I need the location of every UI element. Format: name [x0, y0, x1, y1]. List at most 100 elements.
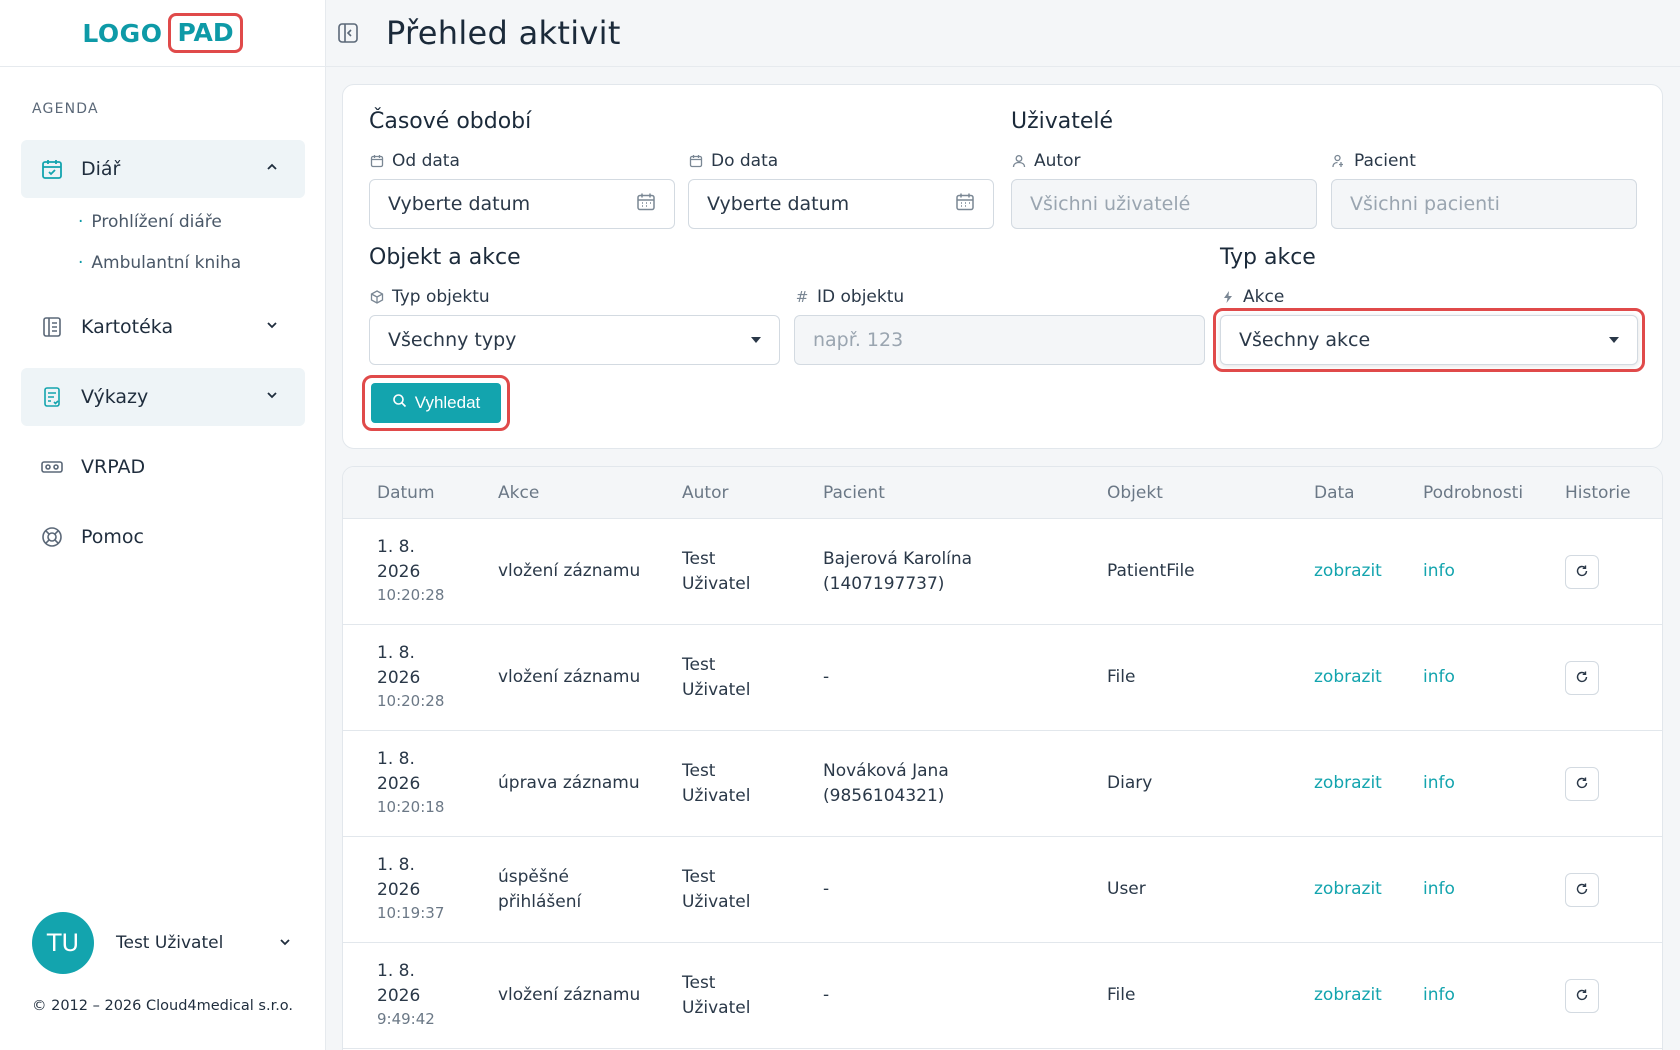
sidebar-item-vykazy[interactable]: Výkazy [21, 368, 305, 426]
calendar-icon [688, 153, 704, 169]
history-button[interactable] [1565, 979, 1599, 1013]
user-name: Test Uživatel [116, 933, 224, 953]
cell-date: 1. 8. 2026 10:19:37 [377, 855, 445, 922]
book-icon [39, 314, 65, 340]
sidebar-item-pomoc[interactable]: Pomoc [21, 508, 305, 566]
cell-action: úspěšné přihlášení [498, 867, 582, 912]
filter-panel: Časové období Uživatelé Od data Vyberte … [342, 84, 1663, 449]
info-link[interactable]: info [1423, 983, 1455, 1008]
sidebar-item-label: Pomoc [81, 526, 144, 548]
copyright: © 2012 – 2026 Cloud4medical s.r.o. [32, 998, 294, 1014]
search-button[interactable]: Vyhledat [371, 383, 501, 423]
cell-object: File [1107, 985, 1136, 1005]
data-link[interactable]: zobrazit [1314, 771, 1382, 796]
object-type-select[interactable]: Všechny typy [369, 315, 780, 365]
avatar: TU [32, 912, 94, 974]
users-title: Uživatelé [1011, 109, 1114, 134]
action-select-highlight [1213, 308, 1645, 372]
table-header: Datum Akce Autor Pacient Objekt Data Pod… [343, 467, 1662, 519]
table-row: 1. 8. 2026 10:20:28 vložení záznamu Test Uživ… [343, 625, 1662, 731]
data-link[interactable]: zobrazit [1314, 983, 1382, 1008]
cell-patient: - [823, 985, 830, 1005]
from-date-input[interactable]: Vyberte datum [369, 179, 675, 229]
info-link[interactable]: info [1423, 877, 1455, 902]
action-label: Akce [1220, 287, 1284, 307]
patient-label: Pacient [1331, 151, 1416, 171]
cell-action: vložení záznamu [498, 561, 641, 581]
cell-object: User [1107, 879, 1146, 899]
info-link[interactable]: info [1423, 559, 1455, 584]
cell-object: File [1107, 667, 1136, 687]
logo-badge: PAD [168, 13, 243, 53]
th-akce[interactable]: Akce [498, 483, 539, 503]
history-button[interactable] [1565, 661, 1599, 695]
from-date-label: Od data [369, 151, 460, 171]
author-select[interactable]: Všichni uživatelé [1011, 179, 1317, 229]
sidebar-subitem-ambulantni-kniha[interactable]: Ambulantní kniha [78, 253, 241, 273]
sidebar-item-kartoteka[interactable]: Kartotéka [21, 298, 305, 356]
history-button[interactable] [1565, 767, 1599, 801]
sidebar-section-label: AGENDA [32, 101, 99, 117]
sidebar-item-label: Výkazy [81, 386, 149, 408]
history-button[interactable] [1565, 555, 1599, 589]
sidebar-subitem-prohlizeni[interactable]: Prohlížení diáře [78, 212, 221, 232]
object-type-label: Typ objektu [369, 287, 490, 307]
th-autor[interactable]: Autor [682, 483, 728, 503]
cell-date: 1. 8. 2026 10:20:18 [377, 749, 445, 816]
sidebar-item-vrpad[interactable]: VRPAD [21, 438, 305, 496]
cell-patient: Nováková Jana (9856104321) [823, 761, 949, 806]
sidebar-item-label: VRPAD [81, 456, 146, 478]
vr-headset-icon [39, 454, 65, 480]
logo[interactable]: LOGO PAD [0, 0, 325, 67]
cell-action: úprava záznamu [498, 773, 640, 793]
calendar-check-icon [39, 156, 65, 182]
info-link[interactable]: info [1423, 771, 1455, 796]
user-icon [1011, 153, 1027, 169]
th-datum[interactable]: Datum [377, 483, 435, 503]
cell-author: Test Uživatel [682, 761, 751, 806]
calendar-icon[interactable] [955, 192, 975, 217]
patient-select[interactable]: Všichni pacienti [1331, 179, 1637, 229]
cube-icon [369, 289, 385, 305]
page-title: Přehled aktivit [386, 14, 621, 52]
data-link[interactable]: zobrazit [1314, 665, 1382, 690]
th-pacient[interactable]: Pacient [823, 483, 885, 503]
chevron-down-icon [265, 388, 287, 406]
to-date-label: Do data [688, 151, 778, 171]
chevron-up-icon [265, 160, 287, 178]
table-row: 1. 8. 2026 10:20:28 vložení záznamu Test Uživ… [343, 519, 1662, 625]
object-id-input[interactable]: např. 123 [794, 315, 1205, 365]
patient-icon [1331, 153, 1347, 169]
object-title: Objekt a akce [369, 245, 521, 270]
history-button[interactable] [1565, 873, 1599, 907]
lightning-icon [1220, 289, 1236, 305]
sidebar-item-diar[interactable]: Diář [21, 140, 305, 198]
chevron-down-icon [278, 934, 292, 953]
cell-date: 1. 8. 2026 10:20:28 [377, 537, 445, 604]
author-label: Autor [1011, 151, 1080, 171]
data-link[interactable]: zobrazit [1314, 559, 1382, 584]
cell-object: Diary [1107, 773, 1153, 793]
cell-object: PatientFile [1107, 561, 1195, 581]
page-header: Přehled aktivit [326, 0, 1680, 67]
th-historie[interactable]: Historie [1565, 483, 1631, 503]
to-date-input[interactable]: Vyberte datum [688, 179, 994, 229]
info-link[interactable]: info [1423, 665, 1455, 690]
search-icon [392, 393, 407, 413]
th-data[interactable]: Data [1314, 483, 1355, 503]
calendar-icon[interactable] [636, 192, 656, 217]
chevron-down-icon [265, 318, 287, 336]
th-objekt[interactable]: Objekt [1107, 483, 1163, 503]
cell-patient: - [823, 667, 830, 687]
refresh-icon [1575, 669, 1589, 688]
table-row: 1. 8. 2026 9:49:42 vložení záznamu Test Uživa… [343, 943, 1662, 1049]
user-menu[interactable]: TU Test Uživatel [32, 912, 292, 974]
data-link[interactable]: zobrazit [1314, 877, 1382, 902]
cell-author: Test Uživatel [682, 867, 751, 912]
refresh-icon [1575, 563, 1589, 582]
cell-patient: - [823, 879, 830, 899]
hash-icon: # [795, 288, 809, 306]
refresh-icon [1575, 881, 1589, 900]
th-podrobnosti[interactable]: Podrobnosti [1423, 483, 1523, 503]
sidebar-toggle-icon[interactable] [336, 21, 360, 45]
